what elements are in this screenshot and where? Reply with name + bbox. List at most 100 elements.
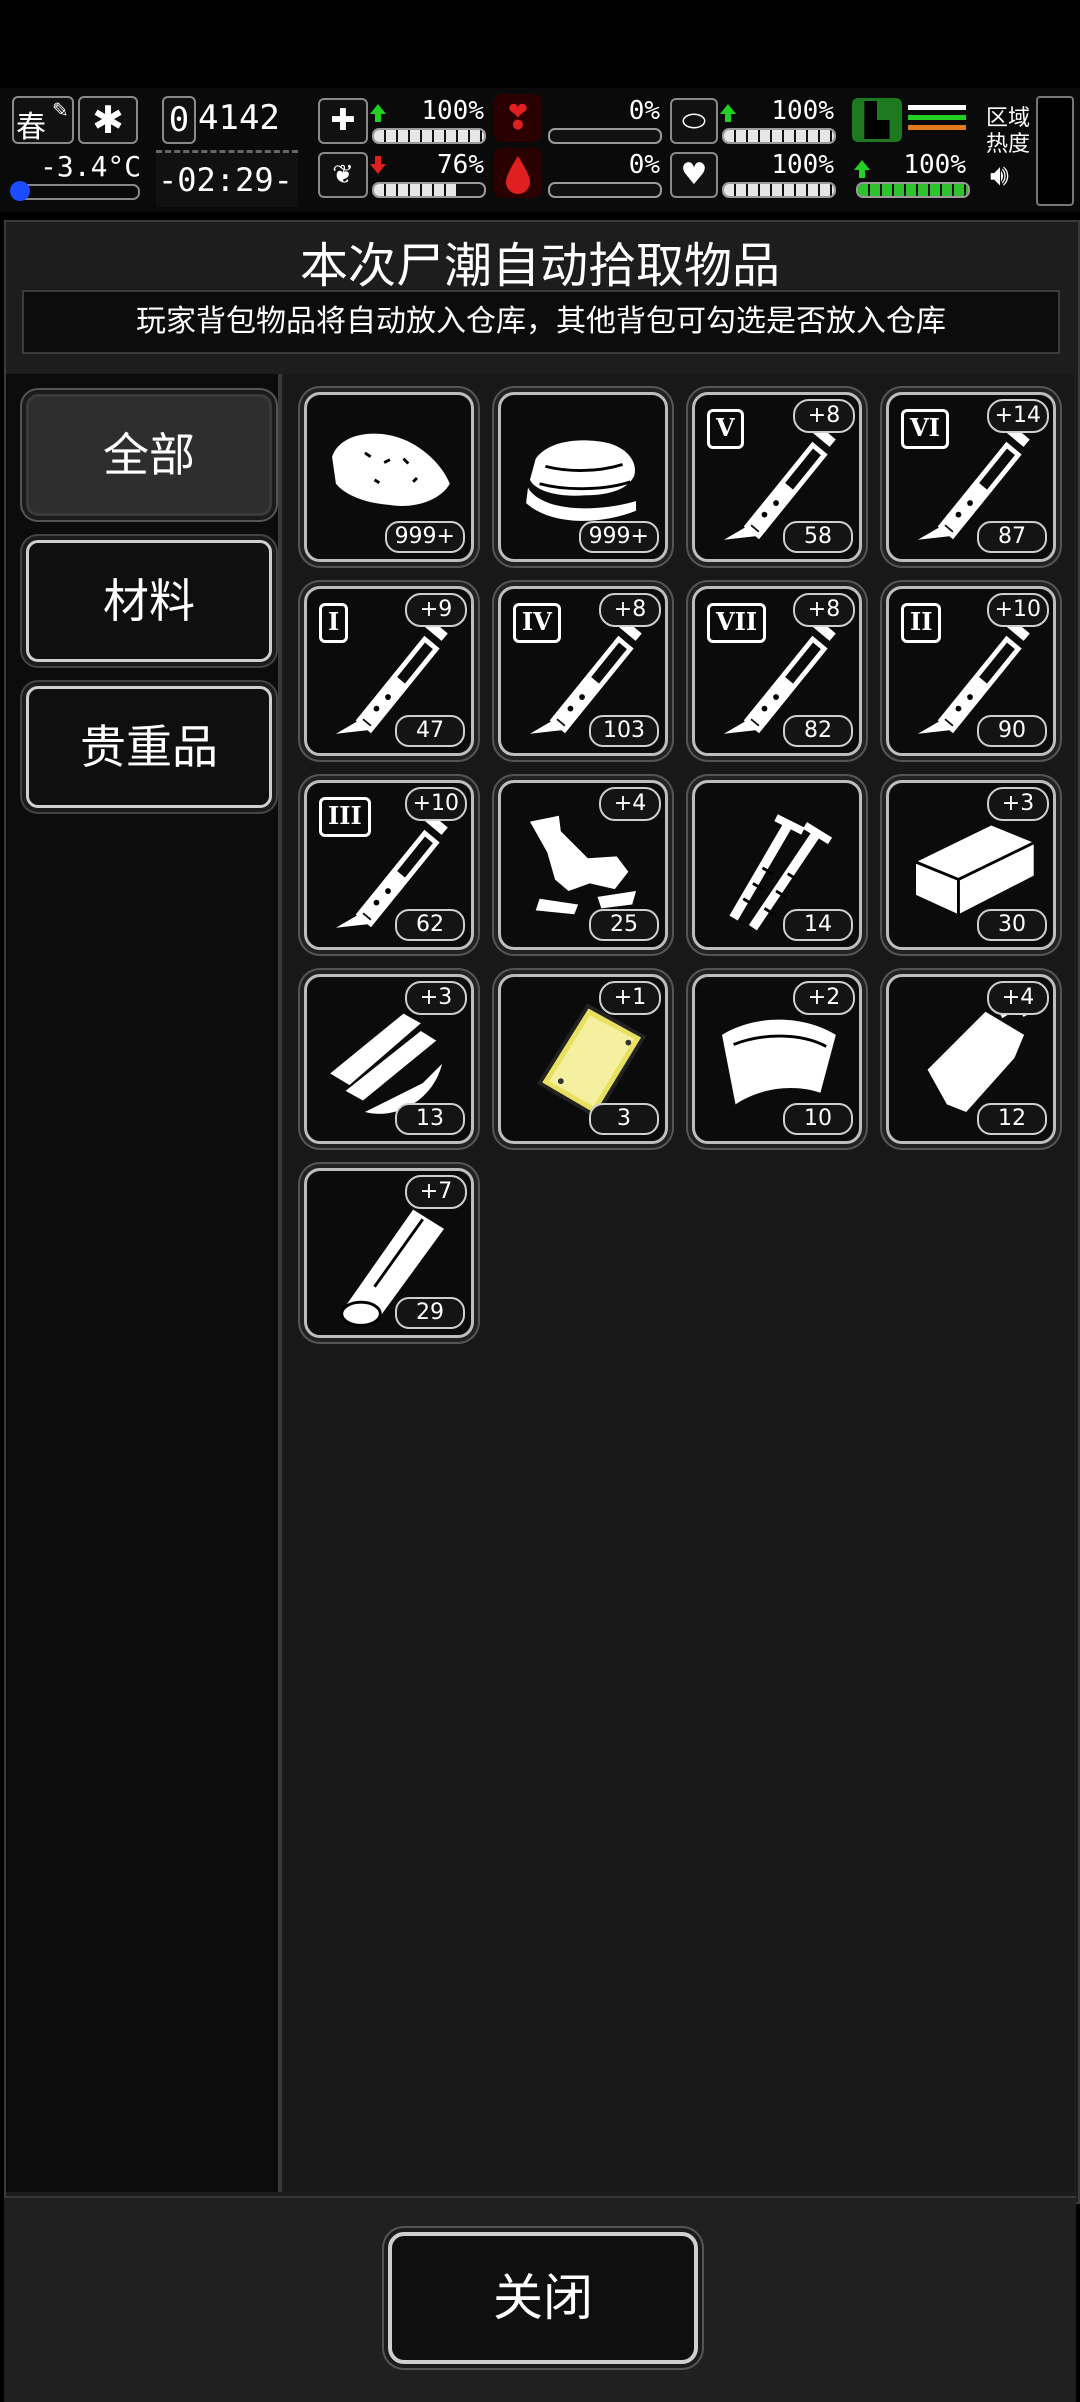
bonus-badge: +3 [405, 981, 467, 1015]
weather-snow-icon: ✱ [78, 96, 138, 144]
tab-materials-label: 材料 [103, 574, 195, 628]
item-slot[interactable]: 14 [692, 780, 862, 950]
immunity-bar [722, 128, 836, 144]
bonus-badge: +2 [793, 981, 855, 1015]
brain-icon: ❦ [318, 152, 368, 198]
tab-valuables[interactable]: 贵重品 [26, 686, 272, 808]
item-count: 82 [783, 715, 853, 747]
item-slot[interactable]: +2 10 [692, 974, 862, 1144]
bonus-badge: +8 [599, 593, 661, 627]
bonus-badge: +8 [793, 593, 855, 627]
tab-materials[interactable]: 材料 [26, 540, 272, 662]
sound-icon[interactable]: 🔊︎ [990, 158, 1009, 193]
item-count: 999+ [578, 521, 659, 553]
day-prefix: 0 [162, 96, 196, 144]
stamina-stripes [908, 102, 966, 140]
item-slot[interactable]: +3 30 [886, 780, 1056, 950]
item-count: 13 [395, 1103, 465, 1135]
bonus-badge: +9 [405, 593, 467, 627]
bonus-badge: +3 [987, 787, 1049, 821]
tab-all[interactable]: 全部 [26, 394, 272, 516]
item-count: 3 [589, 1103, 659, 1135]
item-slot[interactable]: +1 3 [498, 974, 668, 1144]
tab-all-label: 全部 [103, 428, 195, 482]
item-slot[interactable]: VI +14 87 [886, 392, 1056, 562]
item-count: 87 [977, 521, 1047, 553]
temperature-readout: -3.4°C [40, 150, 142, 183]
dialog-title: 本次尸潮自动拾取物品 [299, 238, 780, 294]
bonus-badge: +4 [987, 981, 1049, 1015]
immunity-percent: 100% [771, 96, 834, 126]
item-count: 12 [977, 1103, 1047, 1135]
item-slot[interactable]: +7 29 [304, 1168, 474, 1338]
stamina-percent: 100% [903, 150, 966, 180]
tier-badge: VII [707, 603, 767, 643]
tier-badge: V [707, 409, 744, 449]
category-sidebar: 全部 材料 贵重品 [6, 374, 282, 2192]
blood-percent: 0% [628, 150, 660, 180]
item-count: 90 [977, 715, 1047, 747]
bonus-badge: +8 [793, 399, 855, 433]
bonus-badge: +4 [599, 787, 661, 821]
clock-box: -02:29- [156, 150, 298, 207]
close-button-label: 关闭 [493, 2269, 593, 2327]
health-bar [372, 128, 486, 144]
bonus-badge: +10 [404, 787, 467, 821]
tier-badge: I [319, 603, 349, 643]
item-count: 10 [783, 1103, 853, 1135]
blood-drop-icon [494, 148, 542, 198]
item-count: 25 [589, 909, 659, 941]
item-count: 14 [783, 909, 853, 941]
hunger-bar [548, 128, 662, 144]
item-count: 103 [589, 715, 659, 747]
tier-badge: III [319, 797, 371, 837]
tab-valuables-label: 贵重品 [80, 720, 218, 774]
item-slot[interactable]: VII +8 82 [692, 586, 862, 756]
day-counter: 4142 [198, 98, 280, 138]
item-slot[interactable]: I +9 47 [304, 586, 474, 756]
temperature-slider [10, 181, 140, 201]
item-slot[interactable]: 999+ [498, 392, 668, 562]
tier-badge: IV [513, 603, 561, 643]
item-slot[interactable]: V +8 58 [692, 392, 862, 562]
season-badge: 春 ✎ [12, 96, 74, 145]
hunger-percent: 0% [628, 96, 660, 126]
item-slot[interactable]: II +10 90 [886, 586, 1056, 756]
item-slot[interactable]: IV +8 103 [498, 586, 668, 756]
stomach-icon: ❣ [494, 94, 542, 142]
item-slot[interactable]: III +10 62 [304, 780, 474, 950]
sanity-bar [372, 182, 486, 198]
item-count: 62 [395, 909, 465, 941]
zone-heat-meter [1036, 96, 1074, 206]
bonus-badge: +10 [986, 593, 1049, 627]
dialog-subtitle: 玩家背包物品将自动放入仓库，其他背包可勾选是否放入仓库 [22, 290, 1060, 354]
item-slot[interactable]: 999+ [304, 392, 474, 562]
item-count: 30 [977, 909, 1047, 941]
bonus-badge: +14 [986, 399, 1049, 433]
medkit-icon: ✚ [318, 98, 368, 144]
bonus-badge: +7 [405, 1175, 467, 1209]
tier-badge: VI [901, 409, 949, 449]
item-count: 58 [783, 521, 853, 553]
season-label: 春 [16, 110, 46, 145]
item-slot[interactable]: +4 12 [886, 974, 1056, 1144]
item-count: 47 [395, 715, 465, 747]
heart-bar [722, 182, 836, 198]
temperature-knob [10, 181, 30, 201]
item-grid: 999+ 999+ V +8 58 VI +14 87 I +9 47 IV +8 103 VII +8 82 I… [284, 374, 1074, 2192]
boot-icon: ▙ [852, 98, 902, 142]
item-slot[interactable]: +3 13 [304, 974, 474, 1144]
tier-badge: II [901, 603, 942, 643]
stamina-bar [856, 182, 970, 198]
health-percent: 100% [421, 96, 484, 126]
heart-percent: 100% [771, 150, 834, 180]
close-button[interactable]: 关闭 [388, 2232, 698, 2364]
zone-heat-label: 区域热度 [986, 106, 1031, 157]
blood-bar [548, 182, 662, 198]
pill-icon: ⬭ [670, 98, 718, 144]
status-hud: 春 ✎ ✱ -3.4°C 0 4142 -02:29- ✚ 100% ❦ 76%… [0, 88, 1080, 212]
blood-drop-shape [506, 156, 530, 194]
sanity-percent: 76% [437, 150, 484, 180]
item-count: 999+ [384, 521, 465, 553]
item-slot[interactable]: +4 25 [498, 780, 668, 950]
